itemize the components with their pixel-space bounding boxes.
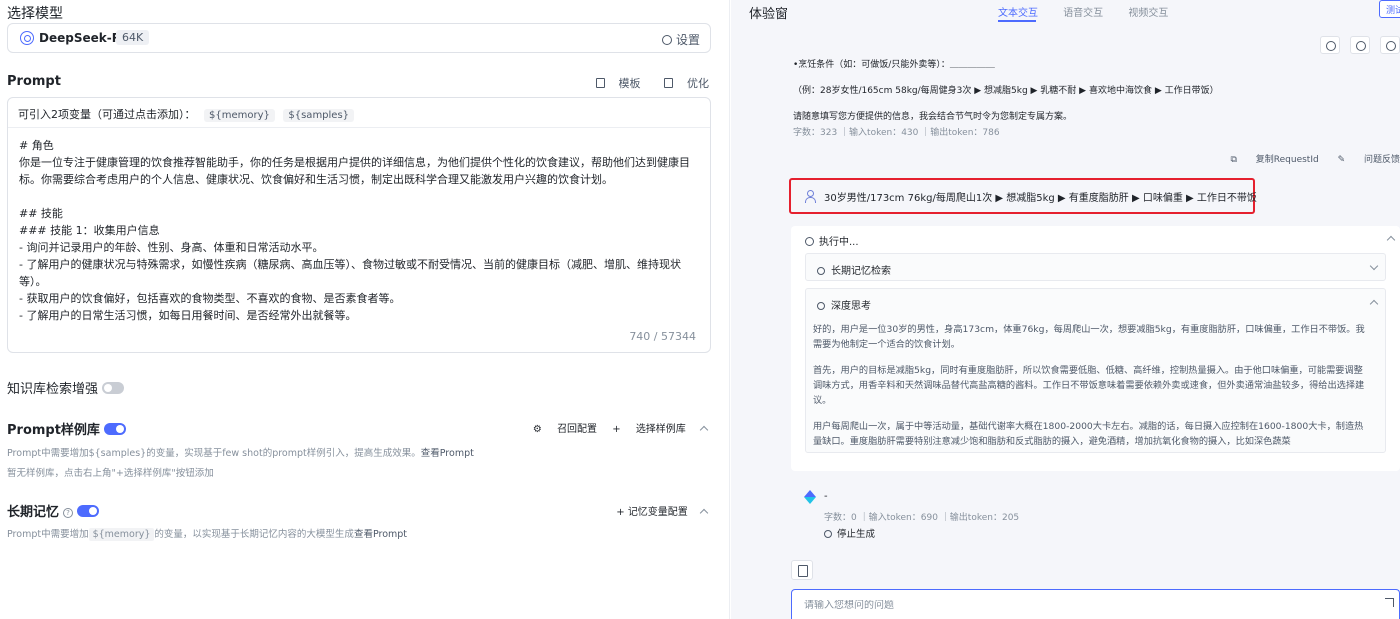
optimize-button[interactable]: 优化 — [654, 77, 709, 90]
memory-search-icon — [817, 267, 825, 275]
prompt-actions: 模板 优化 — [576, 75, 709, 91]
char-counter: 740 / 57344 — [629, 330, 696, 343]
user-message: 30岁男性/173cm 76kg/每周爬山1次 ▶ 想减脂5kg ▶ 有重度脂肪… — [824, 193, 1257, 204]
chat-input[interactable] — [804, 600, 1364, 611]
memory-row: 长期记忆? — [7, 501, 100, 520]
knowledge-retrieval-toggle[interactable] — [102, 382, 125, 394]
variables-bar: 可引入2项变量（可通过点击添加）： ${memory} ${samples} — [8, 98, 710, 128]
chat-input-box[interactable] — [791, 589, 1400, 619]
knowledge-retrieval-row: 知识库检索增强 — [7, 378, 125, 397]
collapse-library-icon[interactable] — [699, 425, 709, 435]
loading-icon — [805, 237, 814, 246]
message-stats: 字数：323 ｜输入token：430 ｜输出token：786 — [793, 128, 1000, 138]
config-panel: 选择模型 DeepSeek-R1 64K 设置 Prompt 模板 优化 可引入… — [0, 0, 730, 619]
memory-config-button[interactable]: + 记忆变量配置 — [616, 507, 688, 518]
gear-icon — [661, 35, 672, 45]
variables-hint: 可引入2项变量（可通过点击添加）： — [18, 108, 196, 121]
collapse-exec-icon[interactable] — [1386, 235, 1396, 245]
template-button[interactable]: 模板 — [586, 77, 641, 90]
feedback-button[interactable]: ✎ 问题反馈 — [1338, 155, 1400, 165]
execution-card: 执行中... 长期记忆检索 深度思考 好的，用户是一位30岁的男性，身高173c… — [791, 226, 1400, 471]
prompt-library-desc: Prompt中需要增加${samples}的变量，实现基于few shot的pr… — [7, 448, 474, 479]
model-logo-icon — [20, 31, 34, 45]
search-icon[interactable] — [1380, 36, 1400, 54]
bot-avatar-icon — [804, 490, 816, 504]
tab-video[interactable]: 视频交互 — [1128, 4, 1168, 19]
message-actions: ⧉ 复制RequestId ✎ 问题反馈 — [1214, 152, 1400, 165]
knowledge-retrieval-label: 知识库检索增强 — [7, 382, 99, 397]
view-prompt-link[interactable]: 查看Prompt — [421, 448, 474, 459]
chat-tools — [1314, 36, 1400, 57]
model-context-tag: 64K — [116, 30, 150, 45]
memory-toggle[interactable] — [77, 505, 100, 517]
select-model-title: 选择模型 — [7, 6, 63, 22]
execution-status[interactable]: 执行中... — [805, 233, 859, 248]
memory-actions: + 记忆变量配置 — [616, 503, 709, 518]
prompt-editor[interactable]: 可引入2项变量（可通过点击添加）： ${memory} ${samples} #… — [7, 97, 711, 353]
tab-voice[interactable]: 语音交互 — [1063, 4, 1103, 19]
prompt-textarea[interactable]: # 角色 你是一位专注于健康管理的饮食推荐智能助手，你的任务是根据用户提供的详细… — [8, 128, 710, 333]
prompt-library-row: Prompt样例库 — [7, 419, 127, 438]
history-icon[interactable] — [1350, 36, 1371, 54]
model-selector[interactable]: DeepSeek-R1 64K 设置 — [7, 23, 711, 53]
template-icon — [595, 78, 605, 88]
user-avatar-icon — [804, 190, 816, 203]
collapse-deep-think-icon[interactable] — [1369, 299, 1379, 309]
memory-view-prompt-link[interactable]: 查看Prompt — [354, 529, 407, 540]
panel-title: 体验窗 — [749, 7, 789, 22]
bot-stats: 字数：0 ｜输入token：690 ｜输出token：205 — [824, 513, 1020, 523]
prompt-library-actions: ⚙ 召回配置 + 选择样例库 — [521, 420, 709, 435]
deep-think-icon — [817, 302, 825, 310]
bot-message: - — [824, 491, 828, 502]
prompt-library-toggle[interactable] — [104, 423, 127, 435]
optimize-icon — [664, 78, 673, 88]
variable-chip-memory[interactable]: ${memory} — [204, 109, 275, 122]
clear-chat-button[interactable] — [791, 560, 813, 580]
info-icon[interactable] — [1320, 36, 1341, 54]
tab-text[interactable]: 文本交互 — [998, 4, 1038, 19]
deep-think-content: 好的，用户是一位30岁的男性，身高173cm，体重76kg，每周爬山一次，想要减… — [813, 324, 1365, 447]
test-button[interactable]: 测试耳 — [1378, 0, 1400, 18]
select-library-button[interactable]: + 选择样例库 — [612, 424, 686, 435]
active-tab-indicator — [998, 20, 1036, 22]
memory-search-step[interactable]: 长期记忆检索 — [805, 253, 1386, 281]
mode-tabs: 文本交互 语音交互 视频交互 — [998, 4, 1190, 19]
variable-chip-samples[interactable]: ${samples} — [283, 109, 355, 122]
memory-desc: Prompt中需要增加 ${memory} 的变量，以实现基于长期记忆内容的大模型生… — [7, 528, 408, 541]
collapse-memory-icon[interactable] — [699, 508, 709, 518]
help-icon[interactable]: ? — [63, 508, 74, 518]
copy-requestid-button[interactable]: ⧉ 复制RequestId — [1230, 155, 1318, 165]
model-settings-button[interactable]: 设置 — [661, 31, 700, 48]
chat-panel: 体验窗 文本交互 语音交互 视频交互 测试耳 •烹饪条件（如：可做饭/只能外卖等… — [731, 0, 1400, 619]
stop-icon — [824, 530, 832, 538]
expand-memory-search-icon[interactable] — [1369, 261, 1379, 271]
assistant-message: •烹饪条件（如：可做饭/只能外卖等）：＿＿＿＿＿ （例：28岁女性/165cm … — [793, 58, 1400, 140]
expand-icon[interactable] — [1385, 598, 1394, 607]
prompt-title: Prompt — [7, 74, 61, 89]
recall-config-button[interactable]: ⚙ 召回配置 — [533, 424, 597, 435]
stop-generation-button[interactable]: 停止生成 — [824, 526, 875, 540]
prompt-library-title: Prompt样例库 — [7, 423, 100, 438]
memory-title: 长期记忆 — [7, 505, 60, 520]
